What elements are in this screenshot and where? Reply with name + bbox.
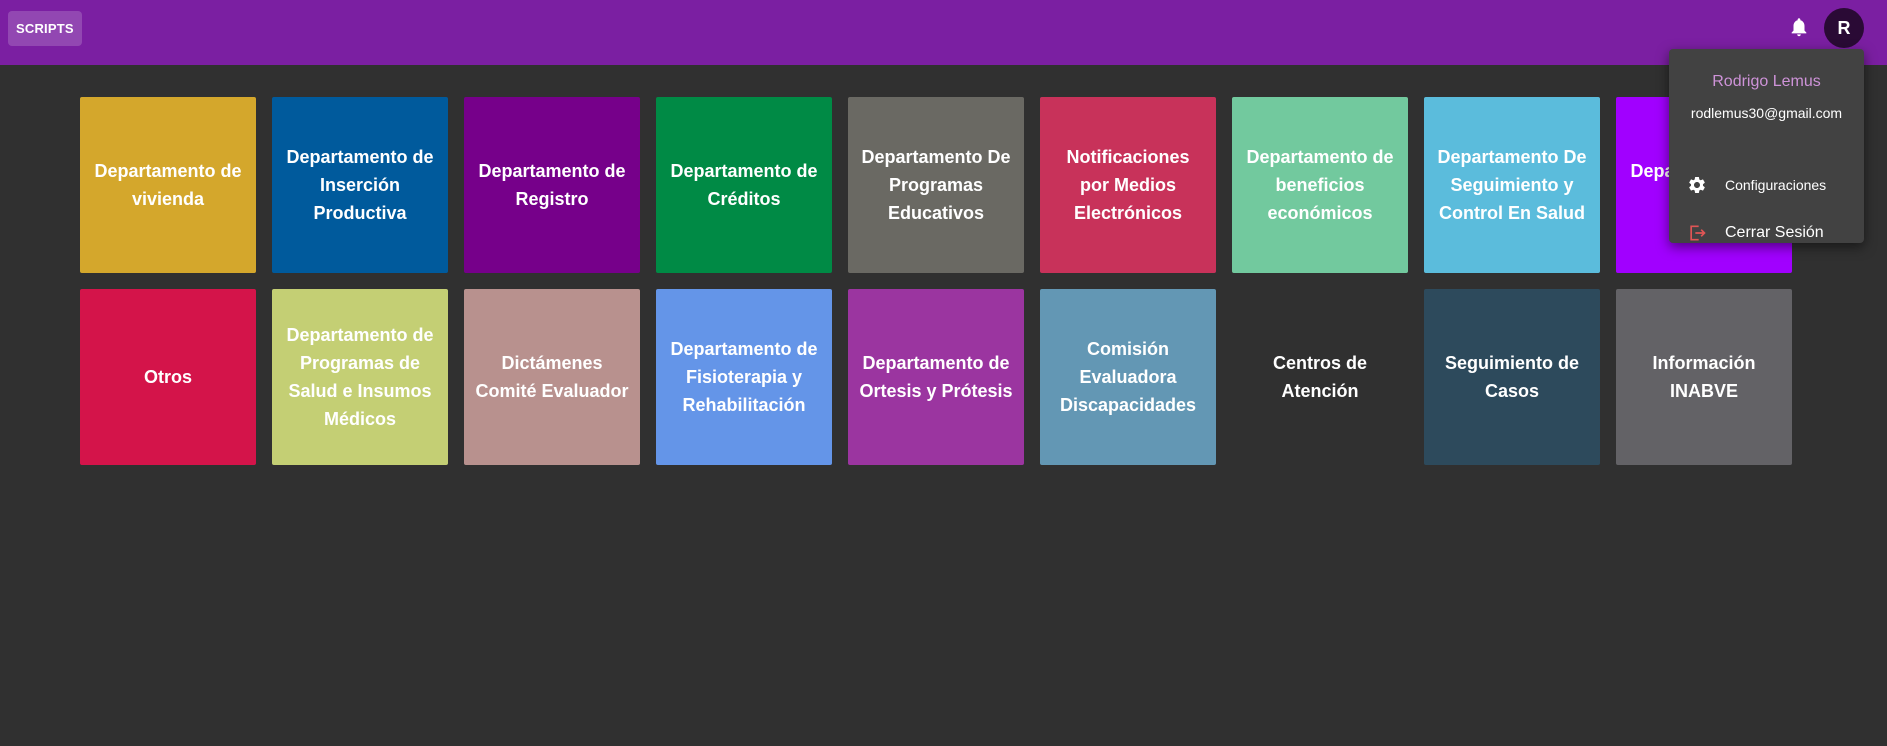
tile-programas-educativos[interactable]: Departamento De Programas Educativos [848, 97, 1024, 273]
tile-programas-salud-insumos[interactable]: Departamento de Programas de Salud e Ins… [272, 289, 448, 465]
tile-label: Departamento de Programas de Salud e Ins… [286, 325, 434, 429]
tile-dictamenes-comite[interactable]: Dictámenes Comité Evaluador [464, 289, 640, 465]
tile-label: Departamento De Seguimiento y Control En… [1437, 147, 1587, 223]
tile-seguimiento-control-salud[interactable]: Departamento De Seguimiento y Control En… [1424, 97, 1600, 273]
tile-label: Notificaciones por Medios Electrónicos [1066, 147, 1190, 223]
scripts-button[interactable]: SCRIPTS [8, 11, 82, 46]
bell-icon[interactable] [1788, 15, 1810, 39]
tile-departamento-registro[interactable]: Departamento de Registro [464, 97, 640, 273]
tile-label: Seguimiento de Casos [1444, 353, 1579, 401]
tile-label: Dictámenes Comité Evaluador [475, 353, 629, 401]
menu-item-label: Cerrar Sesión [1725, 224, 1824, 241]
department-grid: Departamento de vivienda Departamento de… [80, 97, 1792, 465]
tile-comision-evaluadora[interactable]: Comisión Evaluadora Discapacidades [1040, 289, 1216, 465]
tile-label: Departamento de beneficios económicos [1246, 147, 1394, 223]
tile-centros-atencion[interactable]: Centros de Atención [1232, 289, 1408, 465]
tile-notificaciones-electronicas[interactable]: Notificaciones por Medios Electrónicos [1040, 97, 1216, 273]
user-menu: Rodrigo Lemus rodlemus30@gmail.com Confi… [1669, 49, 1864, 243]
tile-otros[interactable]: Otros [80, 289, 256, 465]
tile-fisioterapia-rehabilitacion[interactable]: Departamento de Fisioterapia y Rehabilit… [656, 289, 832, 465]
tile-departamento-creditos[interactable]: Departamento de Créditos [656, 97, 832, 273]
user-email: rodlemus30@gmail.com [1690, 105, 1843, 121]
user-name: Rodrigo Lemus [1712, 73, 1821, 90]
tile-label: Centros de Atención [1272, 353, 1368, 401]
user-avatar[interactable]: R [1824, 8, 1864, 48]
tile-label: Departamento de Inserción Productiva [286, 147, 434, 223]
tile-label: Información INABVE [1652, 353, 1756, 401]
tile-label: Otros [143, 367, 192, 387]
tile-label: Departamento de vivienda [94, 161, 242, 209]
tile-label: Departamento de Ortesis y Prótesis [859, 353, 1013, 401]
logout-icon [1690, 225, 1706, 241]
tile-ortesis-protesis[interactable]: Departamento de Ortesis y Prótesis [848, 289, 1024, 465]
tile-seguimiento-casos[interactable]: Seguimiento de Casos [1424, 289, 1600, 465]
tile-label: Departamento de Fisioterapia y Rehabilit… [670, 339, 818, 415]
tile-beneficios-economicos[interactable]: Departamento de beneficios económicos [1232, 97, 1408, 273]
gear-icon [1689, 177, 1705, 193]
menu-item-configuraciones[interactable]: Configuraciones [1669, 163, 1864, 207]
tile-departamento-vivienda[interactable]: Departamento de vivienda [80, 97, 256, 273]
tile-label: Departamento De Programas Educativos [861, 147, 1011, 223]
tile-label: Departamento de Registro [478, 161, 626, 209]
tile-label: Departamento de Créditos [670, 161, 818, 209]
menu-item-cerrar-sesion[interactable]: Cerrar Sesión [1669, 211, 1864, 255]
tile-informacion-inabve[interactable]: Información INABVE [1616, 289, 1792, 465]
menu-item-label: Configuraciones [1725, 177, 1827, 193]
tile-label: Comisión Evaluadora Discapacidades [1059, 339, 1197, 415]
tile-insercion-productiva[interactable]: Departamento de Inserción Productiva [272, 97, 448, 273]
top-app-bar: SCRIPTS R [0, 0, 1887, 65]
